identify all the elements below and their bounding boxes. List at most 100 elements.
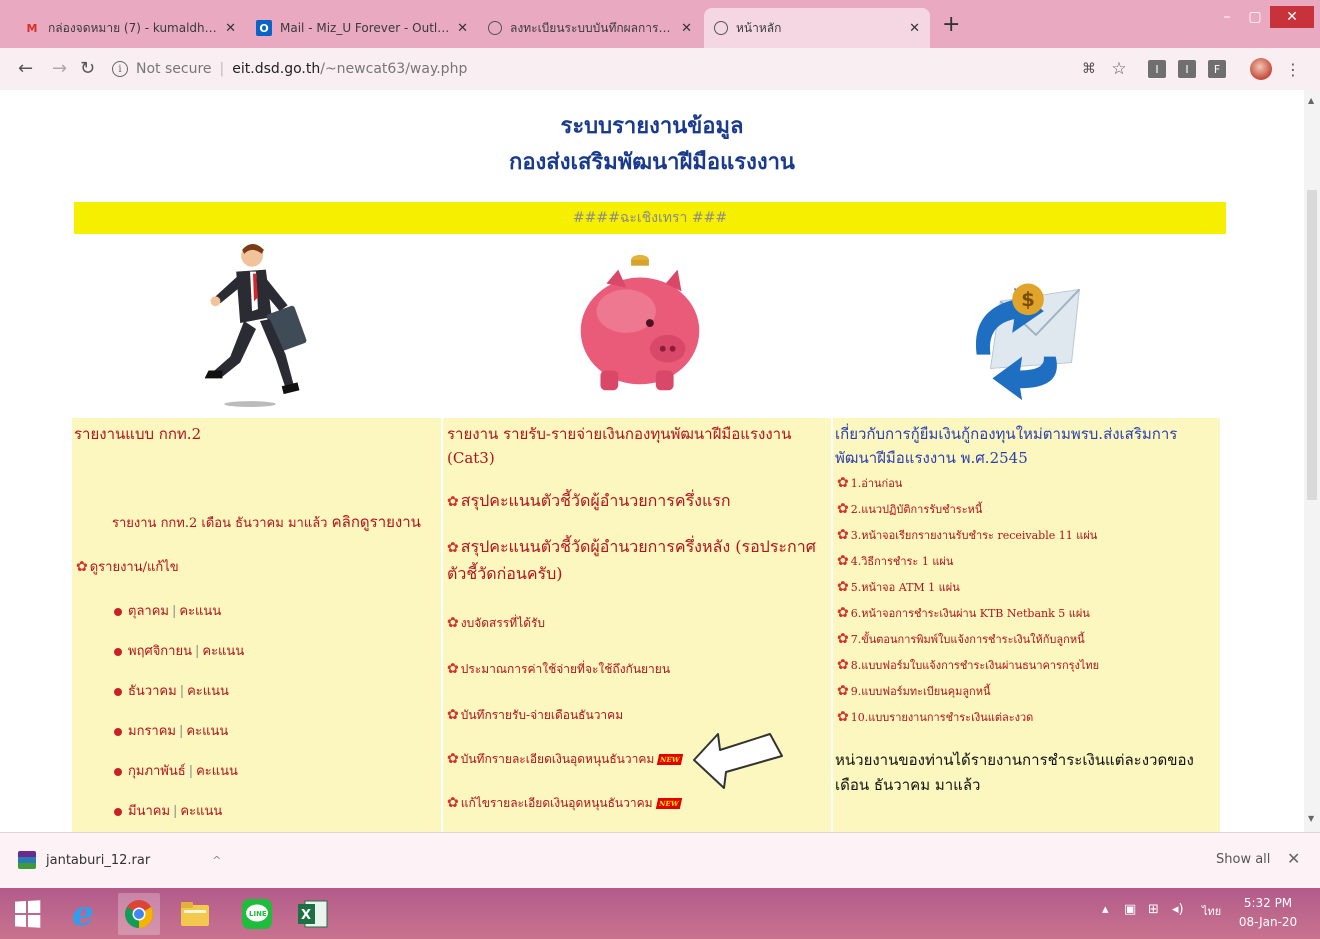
flower-icon: ✿ <box>837 683 849 699</box>
tab-close-icon[interactable]: ✕ <box>225 21 236 36</box>
outlook-icon: O <box>256 20 272 36</box>
loan-doc-link[interactable]: ✿ 2.แนวปฏิบัติการรับชำระหนี้ <box>837 500 982 518</box>
tab-close-icon[interactable]: ✕ <box>909 21 920 36</box>
flower-icon: ✿ <box>837 475 849 491</box>
view-report-link[interactable]: คลิกดูรายงาน <box>332 513 421 531</box>
payment-status-text: หน่วยงานของท่านได้รายงานการชำระเงินแต่ละ… <box>835 751 1194 794</box>
tab-strip: M กล่องจดหมาย (7) - kumaldhongkr ✕ O Mai… <box>0 0 1320 48</box>
tab-home[interactable]: หน้าหลัก ✕ <box>704 8 930 48</box>
chrome-icon[interactable] <box>118 893 160 935</box>
page-subtitle: กองส่งเสริมพัฒนาฝีมือแรงงาน <box>509 149 795 175</box>
loan-doc-link[interactable]: ✿ 5.หน้าจอ ATM 1 แผ่น <box>837 578 960 596</box>
excel-icon[interactable]: X <box>292 893 334 935</box>
flower-icon: ✿ <box>837 501 849 517</box>
bullet-icon <box>114 807 122 816</box>
tab-gmail[interactable]: M กล่องจดหมาย (7) - kumaldhongkr ✕ <box>14 8 246 48</box>
budget-received-link[interactable]: ✿ งบจัดสรรที่ได้รับ <box>447 614 827 633</box>
translate-icon[interactable]: ⌘ <box>1080 60 1098 78</box>
month-row-march: มีนาคม | คะแนน <box>114 800 222 821</box>
month-row-november: พฤศจิกายน | คะแนน <box>114 640 244 661</box>
tab-registration[interactable]: ลงทะเบียนระบบบันทึกผลการพัฒนาฯ ✕ <box>478 8 702 48</box>
close-window-button[interactable]: ✕ <box>1270 6 1314 28</box>
browser-toolbar: ← → ↻ i Not secure | eit.dsd.go.th /~new… <box>0 48 1320 90</box>
info-icon[interactable]: i <box>112 61 128 77</box>
scrollbar-thumb[interactable] <box>1307 190 1317 500</box>
loan-info-column: เกี่ยวกับการกู้ยืมเงินกู้กองทุนใหม่ตามพร… <box>833 418 1220 832</box>
show-all-button[interactable]: Show all <box>1216 852 1270 867</box>
forward-arrow-icon[interactable]: → <box>52 58 67 79</box>
flower-icon: ✿ <box>447 540 459 556</box>
running-businessman-image <box>204 243 307 408</box>
security-label: Not secure <box>136 61 212 77</box>
chevron-up-icon[interactable]: ^ <box>212 854 221 867</box>
profile-avatar[interactable] <box>1250 58 1272 80</box>
reload-icon[interactable]: ↻ <box>80 58 95 79</box>
second-half-score-link[interactable]: ✿ สรุปคะแนนตัวชี้วัดผู้อำนวยการครึ่งหลัง … <box>447 534 827 587</box>
download-shelf: jantaburi_12.rar ^ Show all ✕ <box>0 832 1320 888</box>
month-row-january: มกราคม | คะแนน <box>114 720 228 741</box>
tab-close-icon[interactable]: ✕ <box>681 21 692 36</box>
windows-logo-icon <box>15 900 41 928</box>
minimize-button[interactable]: – <box>1212 6 1242 28</box>
windows-taskbar: e LINE X ▴ ▣ ⊞ ◂) ไทย 5:32 PM 08-Jan-20 <box>0 888 1320 939</box>
star-icon[interactable]: ☆ <box>1110 59 1128 79</box>
system-clock[interactable]: 5:32 PM 08-Jan-20 <box>1236 894 1300 932</box>
download-item[interactable]: jantaburi_12.rar ^ <box>18 851 221 869</box>
maximize-button[interactable]: ▢ <box>1240 6 1270 28</box>
expense-estimate-link[interactable]: ✿ ประมาณการค่าใช้จ่ายที่จะใช้ถึงกันยายน <box>447 660 827 679</box>
loan-doc-link[interactable]: ✿ 3.หน้าจอเรียกรายงานรับชำระ receivable 1… <box>837 526 1097 544</box>
volume-icon[interactable]: ◂) <box>1172 902 1184 917</box>
loan-doc-link[interactable]: ✿ 4.วิธีการชำระ 1 แผ่น <box>837 552 953 570</box>
scroll-up-icon[interactable]: ▲ <box>1308 96 1314 105</box>
flower-icon: ✿ <box>447 615 459 631</box>
flower-icon: ✿ <box>837 709 849 725</box>
subsidy-edit-link[interactable]: ✿ แก้ไขรายละเอียดเงินอุดหนุนธันวาคม NEW <box>447 794 827 813</box>
page-scrollbar[interactable]: ▲ ▼ <box>1304 90 1320 832</box>
flower-icon: ✿ <box>447 494 459 510</box>
menu-kebab-icon[interactable]: ⋮ <box>1284 60 1302 79</box>
tray-chevron-icon[interactable]: ▴ <box>1102 902 1109 917</box>
tab-outlook[interactable]: O Mail - Miz_U Forever - Outlook ✕ <box>246 8 478 48</box>
network-icon[interactable]: ⊞ <box>1148 902 1159 917</box>
extension-icon[interactable]: F <box>1208 60 1226 78</box>
close-shelf-icon[interactable]: ✕ <box>1287 849 1300 868</box>
language-indicator[interactable]: ไทย <box>1202 902 1221 920</box>
extension-icon[interactable]: I <box>1178 60 1196 78</box>
bullet-icon <box>114 607 122 616</box>
view-edit-heading[interactable]: ✿ ดูรายงาน/แก้ไข <box>76 556 179 577</box>
page-title: ระบบรายงานข้อมูล <box>560 113 744 139</box>
address-bar[interactable]: i Not secure | eit.dsd.go.th /~newcat63/… <box>112 56 467 82</box>
extension-icon[interactable]: I <box>1148 60 1166 78</box>
province-banner: ####ฉะเชิงเทรา ### <box>74 202 1226 234</box>
flower-icon: ✿ <box>837 605 849 621</box>
loan-doc-link[interactable]: ✿ 8.แบบฟอร์มใบแจ้งการชำระเงินผ่านธนาคารกร… <box>837 656 1099 674</box>
scroll-down-icon[interactable]: ▼ <box>1308 814 1314 823</box>
pdf-tray-icon[interactable]: ▣ <box>1124 902 1136 917</box>
fund-heading: รายงาน รายรับ-รายจ่ายเงินกองทุนพัฒนาฝีมื… <box>447 425 792 467</box>
new-tab-button[interactable]: + <box>942 12 960 37</box>
month-row-february: กุมภาพันธ์ | คะแนน <box>114 760 238 781</box>
start-button[interactable] <box>6 893 48 935</box>
internet-explorer-icon[interactable]: e <box>62 893 104 935</box>
file-explorer-icon[interactable] <box>174 893 216 935</box>
flower-icon: ✿ <box>447 795 459 811</box>
line-app-icon[interactable]: LINE <box>236 893 278 935</box>
first-half-score-link[interactable]: ✿ สรุปคะแนนตัวชี้วัดผู้อำนวยการครึ่งแรก <box>447 488 827 515</box>
loan-doc-link[interactable]: ✿ 10.แบบรายงานการชำระเงินแต่ละงวด <box>837 708 1033 726</box>
loan-doc-link[interactable]: ✿ 7.ขั้นตอนการพิมพ์ใบแจ้งการชำระเงินให้กั… <box>837 630 1085 648</box>
month-row-december: ธันวาคม | คะแนน <box>114 680 229 701</box>
flower-icon: ✿ <box>837 631 849 647</box>
new-badge: NEW <box>655 798 682 809</box>
loan-heading: เกี่ยวกับการกู้ยืมเงินกู้กองทุนใหม่ตามพร… <box>835 425 1178 467</box>
loan-doc-link[interactable]: ✿ 6.หน้าจอการชำระเงินผ่าน KTB Netbank 5 แ… <box>837 604 1090 622</box>
bullet-icon <box>114 727 122 736</box>
back-arrow-icon[interactable]: ← <box>18 58 33 79</box>
tab-close-icon[interactable]: ✕ <box>457 21 468 36</box>
loan-doc-link[interactable]: ✿ 9.แบบฟอร์มทะเบียนคุมลูกหนี้ <box>837 682 991 700</box>
piggy-bank-image <box>580 254 700 391</box>
flower-icon: ✿ <box>837 579 849 595</box>
flower-icon: ✿ <box>447 707 459 723</box>
kkt2-report-column: รายงานแบบ กกท.2 รายงาน กกท.2 เดือน ธันวา… <box>72 418 441 832</box>
loan-doc-link[interactable]: ✿ 1.อ่านก่อน <box>837 474 902 492</box>
svg-text:$: $ <box>1021 288 1035 311</box>
